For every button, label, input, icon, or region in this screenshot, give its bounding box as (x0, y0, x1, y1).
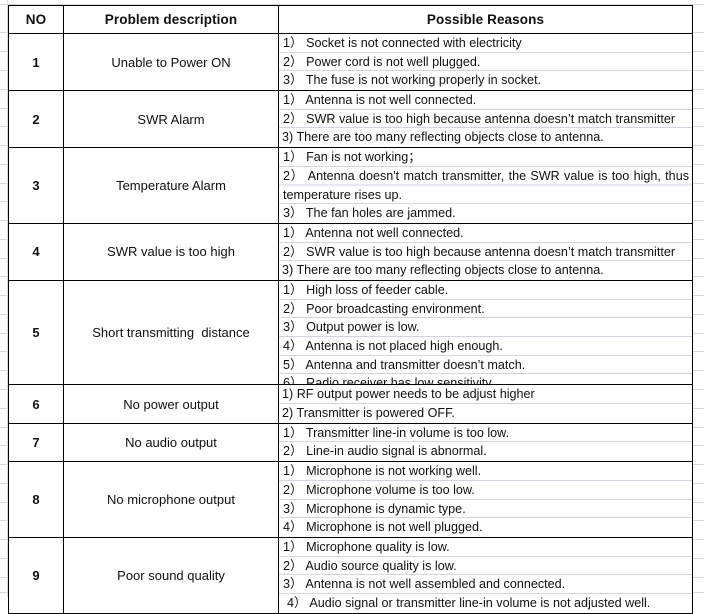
troubleshooting-table-wrapper: NO Problem description Possible Reasons … (8, 5, 693, 614)
reason-item: 3） The fuse is not working properly in s… (283, 73, 542, 88)
column-header-reasons: Possible Reasons (278, 5, 693, 34)
problem-cell: No audio output (63, 422, 279, 463)
reasons-cell: 1） Microphone quality is low. 2） Audio s… (278, 536, 693, 614)
reason-item: 2) Transmitter is powered OFF. (282, 406, 455, 421)
reasons-cell: 1） Microphone is not working well. 2） Mi… (278, 461, 693, 538)
reason-item: 3) There are too many reflecting objects… (282, 130, 604, 145)
table-row: 1 Unable to Power ON 1） Socket is not co… (8, 32, 693, 92)
table-row: 5 Short transmitting distance 1） High lo… (8, 279, 693, 386)
reasons-list: 1） Microphone is not working well. 2） Mi… (279, 462, 692, 537)
reason-item: 2） Antenna doesn't match transmitter, th… (279, 166, 692, 205)
reason-item: 1） Transmitter line-in volume is too low… (279, 424, 692, 443)
problem-cell: Poor sound quality (63, 536, 279, 614)
row-number-cell: 3 (8, 147, 64, 224)
problem-cell: Unable to Power ON (63, 32, 279, 92)
reason-item: 1) RF output power needs to be adjust hi… (279, 385, 692, 405)
reason-item: 3） The fan holes are jammed. (283, 206, 456, 221)
reasons-list: 1） Fan is not working； 2） Antenna doesn'… (279, 148, 692, 223)
reason-item: 2） Poor broadcasting environment. (279, 300, 692, 319)
reason-item: 1） Socket is not connected with electric… (279, 34, 692, 53)
reason-item: 3） Antenna is not well assembled and con… (279, 575, 692, 594)
reason-item: 1） Microphone quality is low. (279, 538, 692, 557)
row-number-cell: 8 (8, 461, 64, 538)
problem-cell: Temperature Alarm (63, 147, 279, 224)
reasons-cell: 1) RF output power needs to be adjust hi… (278, 384, 693, 424)
reason-item: 2） SWR value is too high because antenna… (279, 243, 692, 262)
reason-item: 1） Antenna is not well connected. (279, 91, 692, 110)
table-row: 8 No microphone output 1） Microphone is … (8, 461, 693, 538)
header-row: NO Problem description Possible Reasons (8, 5, 693, 34)
column-header-no: NO (8, 5, 64, 34)
problem-cell: SWR Alarm (63, 90, 279, 149)
reasons-list: 1） High loss of feeder cable. 2） Poor br… (279, 281, 692, 384)
reasons-list: 1） Socket is not connected with electric… (279, 34, 692, 90)
reason-item: 5） Antenna and transmitter doesn’t match… (279, 356, 692, 375)
reason-item: 4） Antenna is not placed high enough. (279, 337, 692, 356)
reason-item: 2） SWR value is too high because antenna… (279, 110, 692, 129)
row-number-cell: 6 (8, 384, 64, 424)
reason-item: 1） High loss of feeder cable. (279, 281, 692, 300)
table-header: NO Problem description Possible Reasons (8, 5, 693, 34)
reasons-cell: 1） Antenna not well connected. 2） SWR va… (278, 222, 693, 281)
reason-item: 2） Audio source quality is low. (279, 557, 692, 576)
table-row: 4 SWR value is too high 1） Antenna not w… (8, 222, 693, 281)
problem-cell: No microphone output (63, 461, 279, 538)
problem-cell: SWR value is too high (63, 222, 279, 281)
row-number-cell: 4 (8, 222, 64, 281)
reason-item: 1） Microphone is not working well. (279, 462, 692, 481)
reasons-cell: 1） Antenna is not well connected. 2） SWR… (278, 90, 693, 149)
reason-item: 1） Antenna not well connected. (279, 224, 692, 243)
reason-item: 3） Microphone is dynamic type. (279, 500, 692, 519)
table-row: 2 SWR Alarm 1） Antenna is not well conne… (8, 90, 693, 149)
row-number-cell: 5 (8, 279, 64, 386)
row-number-cell: 7 (8, 422, 64, 463)
reasons-list: 1） Antenna not well connected. 2） SWR va… (279, 224, 692, 280)
reasons-cell: 1） Socket is not connected with electric… (278, 32, 693, 92)
reason-item: 2） Microphone volume is too low. (279, 481, 692, 500)
reasons-list: 1） Microphone quality is low. 2） Audio s… (279, 538, 692, 613)
column-header-problem: Problem description (63, 5, 279, 34)
row-number-cell: 9 (8, 536, 64, 614)
reason-item: 3） Output power is low. (279, 318, 692, 338)
reasons-list: 1） Antenna is not well connected. 2） SWR… (279, 91, 692, 147)
problem-cell: Short transmitting distance (63, 279, 279, 386)
table-row: 3 Temperature Alarm 1） Fan is not workin… (8, 147, 693, 224)
table-body: 1 Unable to Power ON 1） Socket is not co… (8, 32, 693, 614)
reason-item: 4） Microphone is not well plugged. (283, 520, 483, 535)
reasons-cell: 1） Fan is not working； 2） Antenna doesn'… (278, 147, 693, 224)
reasons-list: 1） Transmitter line-in volume is too low… (279, 424, 692, 461)
reasons-cell: 1） Transmitter line-in volume is too low… (278, 422, 693, 463)
table-row: 6 No power output 1) RF output power nee… (8, 384, 693, 424)
row-number-cell: 2 (8, 90, 64, 149)
reason-item: 2） Line-in audio signal is abnormal. (283, 444, 487, 459)
table-row: 7 No audio output 1） Transmitter line-in… (8, 422, 693, 463)
troubleshooting-table: NO Problem description Possible Reasons … (8, 5, 693, 614)
spreadsheet-canvas: NO Problem description Possible Reasons … (0, 0, 704, 614)
reasons-list: 1) RF output power needs to be adjust hi… (279, 385, 692, 422)
reasons-cell: 1） High loss of feeder cable. 2） Poor br… (278, 279, 693, 386)
row-number-cell: 1 (8, 32, 64, 92)
reason-item: 3) There are too many reflecting objects… (282, 263, 604, 278)
reason-item: 6） Radio receiver has low sensitivity. (283, 376, 495, 385)
problem-cell: No power output (63, 384, 279, 424)
reason-item: 1） Fan is not working； (279, 148, 692, 167)
table-row: 9 Poor sound quality 1） Microphone quali… (8, 536, 693, 614)
reason-item: 2） Power cord is not well plugged. (279, 53, 692, 72)
